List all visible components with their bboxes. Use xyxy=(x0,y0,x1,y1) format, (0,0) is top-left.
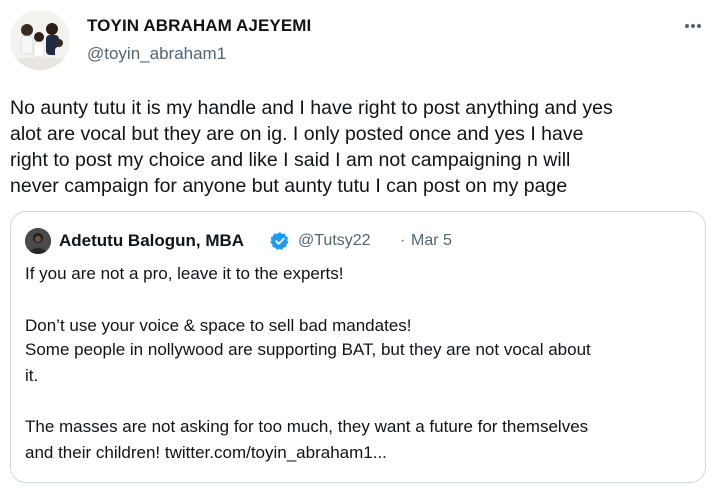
author-name[interactable]: TOYIN ABRAHAM AJEYEMI xyxy=(87,16,311,36)
more-horizontal-icon xyxy=(685,24,701,28)
person-photo-icon xyxy=(25,228,51,254)
quoted-author-name[interactable]: Adetutu Balogun, MBA xyxy=(59,231,244,251)
tweet-text-line: never campaign for anyone but aunty tutu… xyxy=(10,175,568,197)
author-handle[interactable]: @toyin_abraham1 xyxy=(87,44,226,64)
author-avatar[interactable] xyxy=(10,10,70,70)
tweet-text: No aunty tutu it is my handle and I have… xyxy=(10,95,710,199)
quoted-tweet-card[interactable]: Adetutu Balogun, MBA @Tutsy22 · Mar 5 If… xyxy=(10,211,706,483)
tweet-text-line: No aunty tutu it is my handle and I have… xyxy=(10,97,613,119)
quoted-author-handle[interactable]: @Tutsy22 xyxy=(298,232,371,250)
family-photo-icon xyxy=(10,10,70,70)
quoted-text-line: If you are not a pro, leave it to the ex… xyxy=(25,264,344,283)
quoted-text-line: it. xyxy=(25,366,39,385)
quoted-text-line: Some people in nollywood are supporting … xyxy=(25,340,591,359)
tweet-text-line: right to post my choice and like I said … xyxy=(10,149,571,171)
quoted-tweet-date[interactable]: Mar 5 xyxy=(411,232,452,250)
quoted-text-line: The masses are not asking for too much, … xyxy=(25,417,589,436)
more-options-button[interactable] xyxy=(676,14,710,38)
verified-badge-icon xyxy=(270,232,289,250)
tweet-text-line: alot are vocal but they are on ig. I onl… xyxy=(10,123,584,145)
meta-separator: · xyxy=(400,232,406,249)
quoted-text-line: Don’t use your voice & space to sell bad… xyxy=(25,316,412,335)
quoted-author-avatar[interactable] xyxy=(25,228,51,254)
tweet: TOYIN ABRAHAM AJEYEMI @toyin_abraham1 No… xyxy=(0,0,720,490)
quoted-text-line: and their children! twitter.com/toyin_ab… xyxy=(25,443,387,462)
